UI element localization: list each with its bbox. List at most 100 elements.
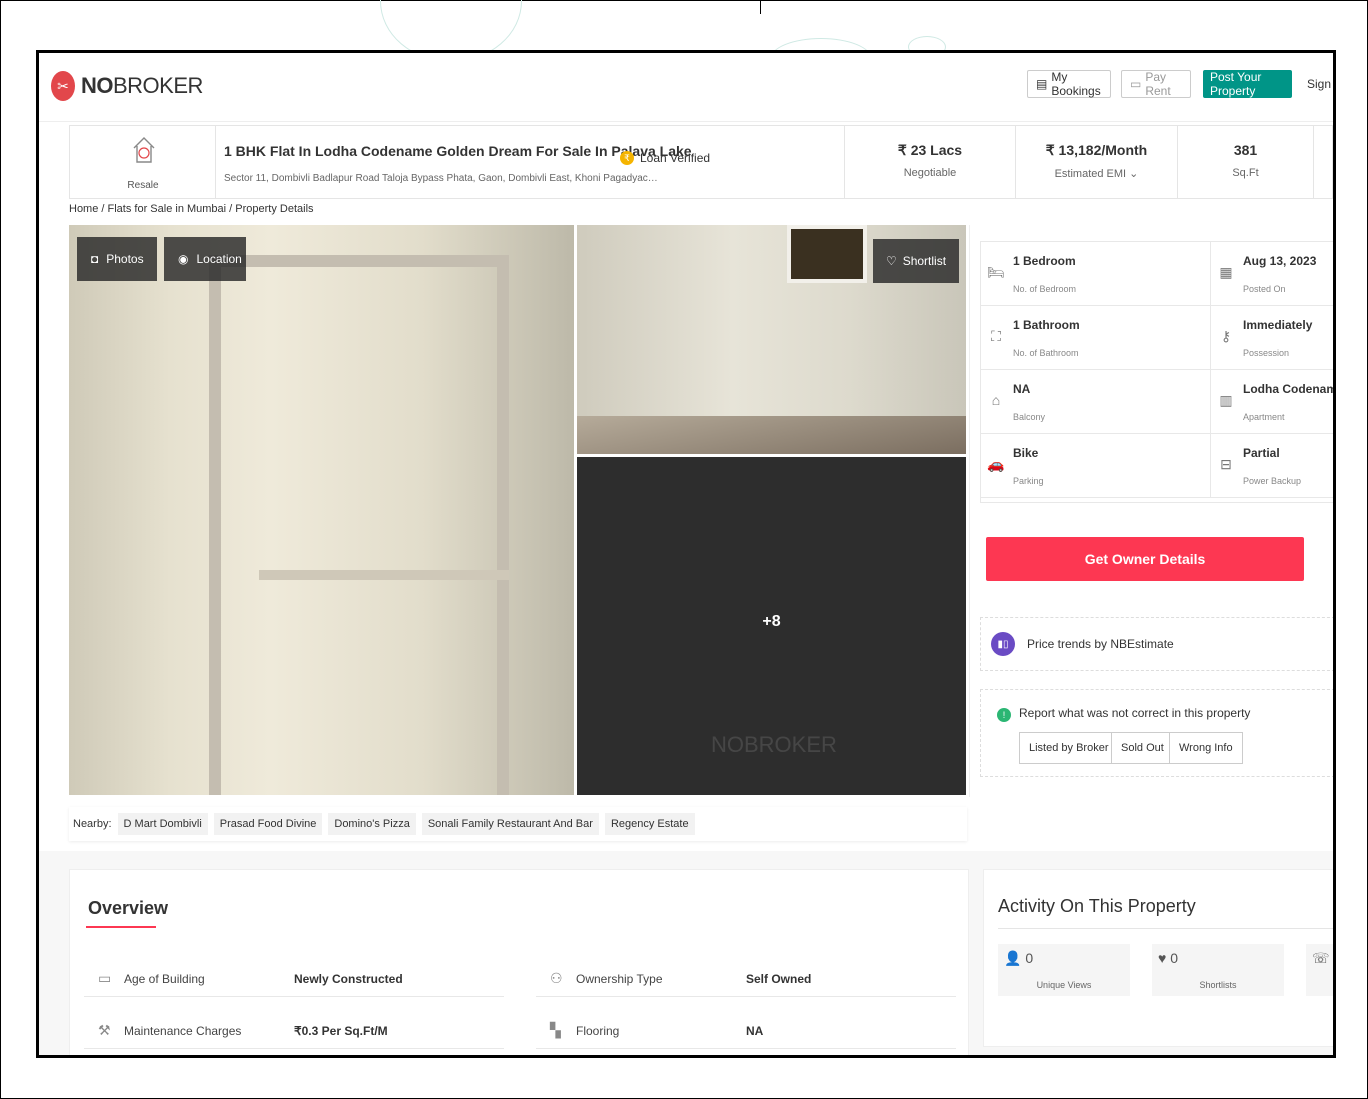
overview-row-flooring: ▚ Flooring NA (536, 1018, 956, 1049)
photo-watermark: NOBROKER (711, 732, 837, 757)
overview-row-ownership: ⚇ Ownership Type Self Owned (536, 966, 956, 997)
heart-icon: ♡ (885, 254, 897, 268)
pay-rent-button[interactable]: ▭ Pay Rent (1121, 70, 1191, 98)
overview-title: Overview (88, 898, 169, 918)
breadcrumb[interactable]: Home / Flats for Sale in Mumbai / Proper… (69, 203, 314, 215)
spec-power-backup: ⊟ Partial Power Backup (1211, 434, 1333, 498)
flooring-icon: ▚ (550, 1022, 561, 1038)
nobroker-logo-icon: ✂ (51, 71, 75, 101)
overview-row-maintenance: ⚒ Maintenance Charges ₹0.3 Per Sq.Ft/M (84, 1018, 504, 1049)
logo-text-no: NO (81, 73, 114, 98)
photo-door-frame (209, 255, 509, 795)
activity-views: 👤 0 Unique Views (998, 944, 1130, 996)
main-photo[interactable]: ◘ Photos ◉ Location (69, 225, 574, 795)
overview-underline (86, 926, 156, 928)
emi-value: ₹ 13,182/Month (1045, 142, 1148, 158)
area-value: 381 (1233, 142, 1258, 158)
heart-icon: ♥ (1158, 950, 1167, 966)
spec-posted-on: ▦ Aug 13, 2023 Posted On (1211, 242, 1333, 306)
nearby-chip[interactable]: Prasad Food Divine (213, 813, 323, 835)
building-age-icon: ▭ (98, 970, 112, 986)
spec-parking: 🚗 Bike Parking (981, 434, 1211, 498)
area-cell: 381 Sq.Ft (1178, 126, 1314, 198)
nearby-places: Nearby: D Mart Dombivli Prasad Food Divi… (69, 807, 967, 841)
rupee-coin-icon: ₹ (620, 151, 634, 165)
my-bookings-button[interactable]: ▤ My Bookings (1027, 70, 1111, 98)
activity-shortlists: ♥ 0 Shortlists (1152, 944, 1284, 996)
property-address: Sector 11, Dombivli Badlapur Road Taloja… (224, 173, 658, 184)
price-trends-label: Price trends by NBEstimate (1027, 637, 1174, 651)
loan-verified-badge: ₹ Loan Verified (620, 151, 710, 165)
location-button[interactable]: ◉ Location (164, 237, 246, 281)
more-photos-count: +8 (762, 613, 781, 630)
price-value: ₹ 23 Lacs (897, 142, 963, 158)
activity-title: Activity On This Property (998, 896, 1196, 916)
logo-text-broker: BROKER (113, 73, 203, 98)
shortlist-button[interactable]: ♡ Shortlist (873, 239, 959, 283)
report-title: Report what was not correct in this prop… (1019, 706, 1251, 720)
spec-bathroom: ⛶ 1 Bathroom No. of Bathroom (981, 306, 1211, 370)
alert-icon: ! (997, 708, 1011, 722)
resale-cell: Resale (70, 126, 216, 198)
person-icon: 👤 (1004, 950, 1022, 966)
price-cell: ₹ 23 Lacs Negotiable (844, 126, 1016, 198)
report-box: ! Report what was not correct in this pr… (980, 689, 1333, 777)
bathtub-icon: ⛶ (991, 328, 1001, 344)
overview-row-age: ▭ Age of Building Newly Constructed (84, 966, 504, 997)
pay-rent-label: Pay Rent (1145, 70, 1171, 98)
activity-contacts: ☏ 0 (1306, 944, 1333, 996)
photo-window (787, 225, 867, 283)
balcony-icon: ⌂ (991, 392, 1001, 408)
site-header: ✂ NOBROKER ▤ My Bookings ▭ Pay Rent Post Y… (39, 53, 1333, 122)
nearby-chip[interactable]: Domino's Pizza (328, 813, 416, 835)
spec-apartment: ▥ Lodha Codename G Apartment (1211, 370, 1333, 434)
property-info-bar: Resale 1 BHK Flat In Lodha Codename Gold… (69, 125, 1333, 199)
bed-icon: 🛏 (987, 264, 1005, 280)
bookings-icon: ▤ (1036, 77, 1048, 91)
sold-out-button[interactable]: Sold Out (1111, 732, 1174, 764)
sign-up-link[interactable]: Sign up (1307, 77, 1333, 91)
post-property-button[interactable]: Post Your Property (1203, 70, 1292, 98)
chart-icon: ▮▯ (991, 632, 1015, 656)
get-owner-details-button[interactable]: Get Owner Details (986, 537, 1304, 581)
card-icon: ▭ (1130, 77, 1142, 91)
photos-label: Photos (106, 252, 144, 266)
car-icon: 🚗 (987, 456, 1005, 472)
nobroker-logo[interactable]: ✂ NOBROKER (51, 71, 203, 101)
location-label: Location (196, 252, 242, 266)
emi-label: Estimated EMI ⌄ (1054, 168, 1139, 180)
secondary-photo[interactable]: ♡ Shortlist (577, 225, 966, 454)
spec-balcony: ⌂ NA Balcony (981, 370, 1211, 434)
price-trends-link[interactable]: ▮▯ Price trends by NBEstimate (980, 617, 1333, 671)
listed-by-broker-button[interactable]: Listed by Broker (1019, 732, 1119, 764)
loan-verified-label: Loan Verified (640, 151, 711, 165)
camera-icon: ◘ (91, 252, 99, 266)
house-rupee-icon (133, 137, 155, 163)
property-details-panel: 🛏 1 Bedroom No. of Bedroom ▦ Aug 13, 202… (969, 225, 1333, 797)
wrong-info-button[interactable]: Wrong Info (1169, 732, 1243, 764)
calendar-icon: ▦ (1219, 264, 1233, 280)
key-icon: ⚷ (1220, 328, 1232, 344)
spec-bedroom: 🛏 1 Bedroom No. of Bedroom (981, 242, 1211, 306)
spec-possession: ⚷ Immediately Possession (1211, 306, 1333, 370)
maintenance-icon: ⚒ (98, 1022, 111, 1038)
photo-door-panel (259, 570, 509, 580)
resale-label: Resale (127, 180, 159, 191)
area-unit: Sq.Ft (1232, 167, 1259, 179)
nearby-chip[interactable]: Regency Estate (604, 813, 695, 835)
nearby-chip[interactable]: Sonali Family Restaurant And Bar (421, 813, 599, 835)
activity-card: Activity On This Property 👤 0 Unique Vie… (983, 869, 1333, 1047)
more-photos-tile[interactable]: +8 NOBROKER (577, 457, 966, 795)
nearby-chip[interactable]: D Mart Dombivli (117, 813, 208, 835)
photos-button[interactable]: ◘ Photos (77, 237, 157, 281)
overview-card: Overview ▭ Age of Building Newly Constru… (69, 869, 969, 1055)
phone-icon: ☏ (1312, 950, 1330, 966)
price-negotiable: Negotiable (903, 167, 957, 179)
activity-divider (998, 928, 1333, 929)
post-property-label: Post Your Property (1210, 70, 1262, 98)
compass-icon: ◉ (178, 252, 189, 266)
my-bookings-label: My Bookings (1051, 70, 1101, 98)
emi-cell[interactable]: ₹ 13,182/Month Estimated EMI ⌄ (1016, 126, 1178, 198)
browser-screen: ✂ NOBROKER ▤ My Bookings ▭ Pay Rent Post Y… (36, 50, 1336, 1058)
shortlist-label: Shortlist (902, 254, 947, 268)
